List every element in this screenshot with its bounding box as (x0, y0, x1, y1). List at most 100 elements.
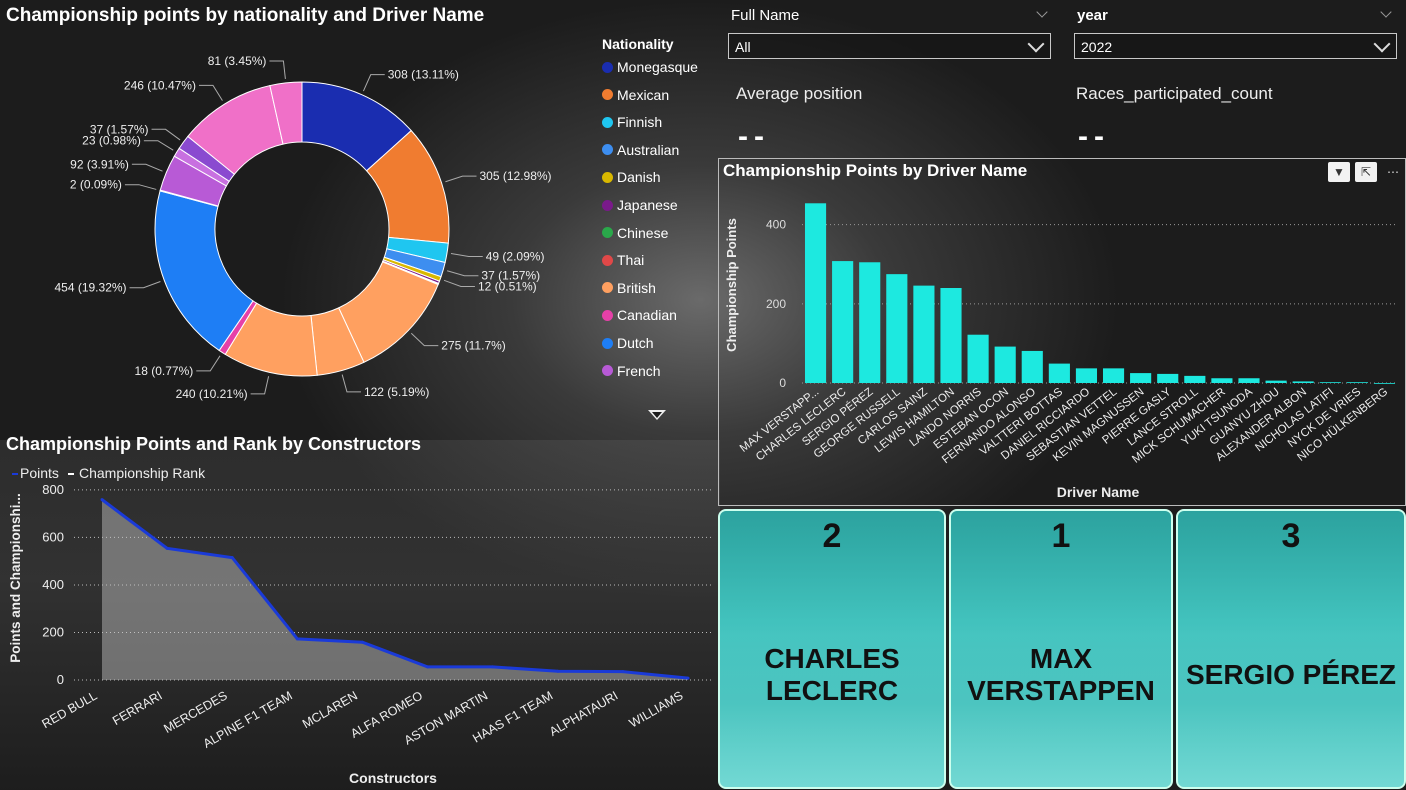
donut-data-label: 122 (5.19%) (364, 385, 429, 399)
donut-data-label: 49 (2.09%) (486, 249, 545, 263)
donut-data-label: 81 (3.45%) (208, 54, 267, 68)
legend-item[interactable]: Finnish (602, 114, 662, 130)
y-tick-label: 600 (42, 529, 64, 544)
y-tick-label: 400 (42, 577, 64, 592)
bar (886, 274, 908, 383)
legend-item[interactable]: Chinese (602, 225, 668, 241)
bar (940, 288, 962, 383)
bar (994, 346, 1016, 383)
podium-driver-name: CHARLES LECLERC (720, 643, 944, 707)
legend-item[interactable]: Australian (602, 142, 679, 158)
legend-swatch (602, 116, 613, 128)
y-tick-label: 400 (766, 218, 786, 232)
legend-swatch (602, 365, 613, 377)
year-selected: 2022 (1081, 39, 1113, 55)
donut-leader-line (124, 184, 157, 190)
donut-leader-line (446, 270, 479, 277)
legend-item[interactable]: French (602, 363, 661, 379)
legend-label: British (617, 279, 656, 296)
donut-data-label: 454 (19.32%) (54, 281, 126, 295)
races-count-label: Races_participated_count (1076, 84, 1273, 103)
bar (1319, 382, 1341, 384)
legend-label: Dutch (617, 335, 654, 351)
donut-leader-line (131, 163, 163, 172)
y-axis-label: Points and Championshi... (8, 493, 23, 663)
legend-swatch (602, 199, 613, 211)
focus-mode-icon[interactable]: ⇱ (1355, 162, 1377, 182)
donut-leader-line (450, 253, 483, 257)
full-name-dropdown[interactable]: All (728, 33, 1051, 59)
legend-item[interactable]: Danish (602, 169, 661, 185)
bar (1292, 381, 1314, 383)
chevron-down-icon (1027, 35, 1045, 53)
year-dropdown[interactable]: 2022 (1074, 33, 1397, 59)
legend-label: Danish (617, 169, 661, 186)
legend-item[interactable]: Mexican (602, 87, 669, 103)
legend-swatch (602, 309, 613, 321)
bar (1238, 378, 1260, 383)
constructor-chart-title: Championship Points and Rank by Construc… (6, 434, 422, 454)
legend-label: Japanese (617, 197, 678, 213)
podium-driver-name: MAX VERSTAPPEN (951, 643, 1171, 707)
legend-swatch (602, 282, 613, 294)
bar (1184, 375, 1206, 383)
donut-leader-line (198, 84, 223, 101)
donut-data-label: 12 (0.51%) (478, 279, 537, 293)
legend-swatch (602, 227, 613, 239)
filter-icon[interactable]: ▼ (1328, 162, 1350, 182)
y-tick-label: 200 (42, 624, 64, 639)
data-point (556, 669, 560, 673)
donut-data-label: 37 (1.57%) (90, 122, 149, 136)
data-point (295, 637, 299, 641)
donut-data-label: 246 (10.47%) (124, 78, 196, 92)
donut-leader-line (445, 175, 477, 183)
legend-swatch (602, 337, 613, 349)
legend-item[interactable]: Monegasque (602, 59, 698, 75)
legend-swatch (602, 171, 613, 183)
donut-data-label: 240 (10.21%) (176, 387, 248, 401)
more-options-icon[interactable]: ⋯ (1382, 162, 1404, 182)
legend-label-rank: Championship Rank (79, 465, 206, 481)
y-tick-label: 0 (57, 672, 64, 687)
donut-leader-line (129, 281, 161, 289)
bar (1346, 382, 1368, 384)
podium-name-line1: SERGIO PÉREZ (1185, 659, 1397, 690)
bar (1102, 368, 1125, 383)
podium-card-3: 3 SERGIO PÉREZ (1176, 509, 1406, 789)
donut-leader-line (362, 74, 385, 92)
legend-item[interactable]: Dutch (602, 335, 654, 351)
bar (1048, 363, 1070, 383)
area-fill (102, 499, 688, 680)
legend-item[interactable]: Thai (602, 252, 644, 268)
chevron-down-icon (1373, 35, 1391, 53)
constructor-area-chart: 0200400600800RED BULL FERRARIMERCEDESALPI… (8, 465, 712, 786)
x-tick-label: MCLAREN (300, 688, 360, 731)
bar (804, 203, 827, 383)
donut-chart-title: Championship points by nationality and D… (6, 5, 485, 26)
full-name-selected: All (735, 39, 751, 55)
legend-item[interactable]: Canadian (602, 307, 677, 323)
podium-driver-name: SERGIO PÉREZ (1178, 659, 1404, 691)
donut-leader-line (151, 128, 181, 141)
legend-swatch (602, 144, 613, 156)
year-slicer-label: year (1077, 7, 1108, 24)
donut-leader-line (143, 140, 174, 151)
legend-item[interactable]: British (602, 280, 656, 296)
podium-name-line1: CHARLES (764, 643, 900, 674)
y-tick-label: 800 (42, 482, 64, 497)
full-name-slicer-label: Full Name (731, 7, 800, 24)
donut-chart: 308 (13.11%) 305 (12.98%) 49 (2.09%) 37 (1.… (54, 54, 551, 401)
bar (1157, 373, 1179, 383)
donut-leader-line (410, 332, 439, 347)
donut-leader-line (443, 279, 475, 287)
legend-label: Mexican (617, 86, 670, 103)
podium-card-1: 1 MAX VERSTAPPEN (949, 509, 1173, 789)
legend-item[interactable]: Japanese (602, 197, 678, 213)
legend-scroll-inner (652, 412, 662, 418)
x-tick-label: RED BULL (40, 688, 100, 731)
bar (1130, 373, 1152, 383)
podium-rank: 1 (1051, 517, 1071, 555)
legend-label-points: Points (20, 465, 59, 481)
driver-bar-chart: 0200400MAX VERSTAPP...CHARLES LECLERCSER… (724, 203, 1398, 500)
donut-data-label: 275 (11.7%) (441, 339, 505, 353)
